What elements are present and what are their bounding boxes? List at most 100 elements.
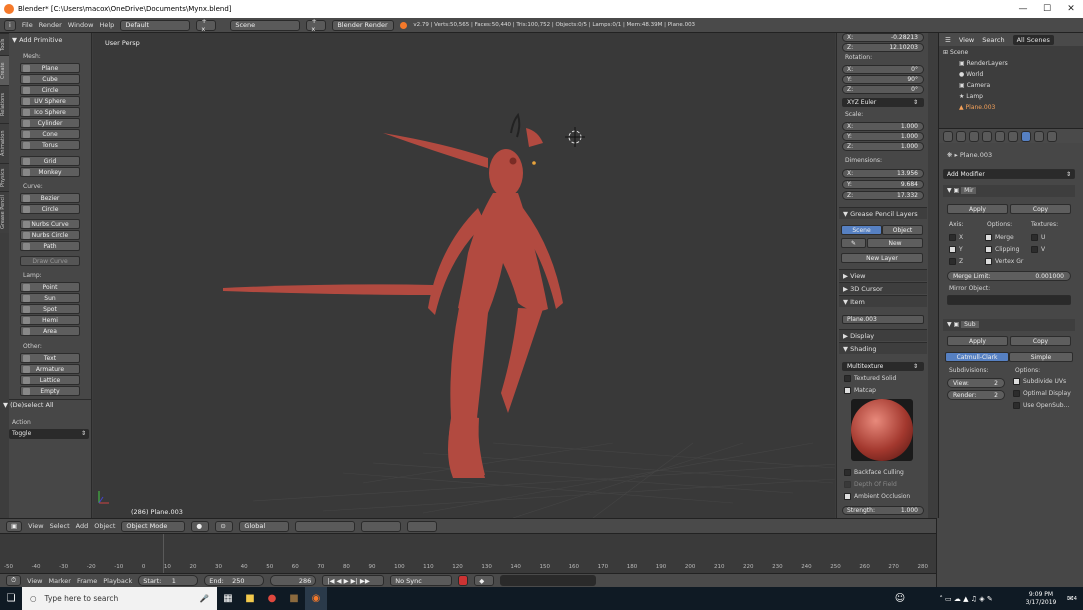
playback-menu[interactable]: Playback [103, 577, 132, 585]
add-area-lamp-button[interactable]: Area [20, 326, 80, 336]
item-panel-header[interactable]: ▼ Item [839, 295, 927, 307]
dimension-x-field[interactable]: X: 13.956 [842, 169, 924, 178]
mirror-vertex-groups-checkbox[interactable] [985, 258, 992, 265]
record-button[interactable] [458, 575, 469, 586]
screen-layout-select[interactable]: Default [120, 19, 191, 31]
view-panel-header[interactable]: ▶ View [839, 269, 927, 281]
blender-taskbar-icon[interactable]: ◉ [305, 587, 327, 610]
minecraft-icon[interactable]: ■ [283, 587, 305, 610]
grease-pencil-panel-header[interactable]: ▼ Grease Pencil Layers [839, 207, 927, 219]
menu-help[interactable]: Help [99, 21, 114, 29]
marker-menu[interactable]: Marker [49, 577, 71, 585]
gp-new-layer-button[interactable]: New Layer [841, 253, 923, 263]
layout-add-button[interactable]: + x [196, 17, 217, 33]
modifiers-tab-icon[interactable] [1021, 130, 1031, 142]
add-bezier-button[interactable]: Bezier [20, 193, 80, 203]
add-primitive-title[interactable]: ▼ Add Primitive [12, 36, 62, 44]
add-cube-button[interactable]: Cube [20, 74, 80, 84]
rotation-mode-select[interactable]: XYZ Euler ⇕ [842, 98, 924, 107]
add-uv-sphere-button[interactable]: UV Sphere [20, 96, 80, 106]
add-empty-button[interactable]: Empty [20, 386, 80, 396]
tab-physics[interactable]: Physics [0, 163, 9, 191]
tab-grease-pencil[interactable]: Grease Pencil [0, 191, 9, 233]
keying-set-field[interactable] [500, 575, 597, 586]
item-name-field[interactable]: Plane.003 [842, 315, 924, 324]
rotation-y-field[interactable]: Y: 90° [842, 75, 924, 84]
tab-animation[interactable]: Animation [0, 123, 9, 163]
add-menu[interactable]: Add [76, 522, 89, 530]
add-nurbs-circle-button[interactable]: Nurbs Circle [20, 230, 80, 240]
mirror-axis-x-checkbox[interactable] [949, 234, 956, 241]
mirror-axis-y-checkbox[interactable] [949, 246, 956, 253]
mirror-merge-checkbox[interactable] [985, 234, 992, 241]
outliner-plane003-row[interactable]: ▲ Plane.003 [959, 103, 995, 113]
scale-x-field[interactable]: X: 1.000 [842, 122, 924, 131]
mirror-modifier-header[interactable]: ▼ ▣ Mir [943, 185, 1075, 197]
maximize-icon[interactable]: ☐ [1035, 0, 1059, 18]
taskbar-search-box[interactable]: ○ Type here to search 🎤 [22, 587, 217, 610]
microphone-icon[interactable]: 🎤 [200, 594, 209, 603]
mirror-u-checkbox[interactable] [1031, 234, 1038, 241]
add-grid-button[interactable]: Grid [20, 156, 80, 166]
menu-window[interactable]: Window [68, 21, 94, 29]
select-menu[interactable]: Select [50, 522, 70, 530]
gp-new-button[interactable]: New [867, 238, 923, 248]
use-opensubdiv-checkbox[interactable] [1013, 402, 1020, 409]
depth-of-field-checkbox[interactable] [844, 481, 851, 488]
outliner-view-menu[interactable]: View [959, 36, 974, 44]
backface-culling-checkbox[interactable] [844, 469, 851, 476]
scale-z-field[interactable]: Z: 1.000 [842, 142, 924, 151]
sync-select[interactable]: No Sync [390, 575, 453, 586]
textured-solid-checkbox[interactable] [844, 375, 851, 382]
add-plane-button[interactable]: Plane [20, 63, 80, 73]
layers-tab-icon[interactable] [956, 130, 966, 142]
add-ico-sphere-button[interactable]: Ico Sphere [20, 107, 80, 117]
start-frame-field[interactable]: Start: 1 [138, 575, 199, 586]
add-lattice-button[interactable]: Lattice [20, 375, 80, 385]
timeline[interactable]: -50 -40 -30 -20 -10 0 10 20 30 40 50 60 70 80 90 100 110… [0, 533, 936, 574]
action-select[interactable]: Toggle ⇕ [9, 429, 89, 439]
add-sun-lamp-button[interactable]: Sun [20, 293, 80, 303]
merge-limit-field[interactable]: Merge Limit: 0.001000 [947, 271, 1071, 281]
render-preview-controls[interactable] [407, 520, 438, 532]
mode-select[interactable]: Object Mode [121, 520, 186, 532]
tab-tools[interactable]: Tools [0, 33, 9, 55]
rotation-x-field[interactable]: X: 0° [842, 65, 924, 74]
tab-create[interactable]: Create [0, 55, 9, 85]
system-tray-icons[interactable]: ˄ ▭ ☁ ▲ ♫ ◈ ✎ [911, 587, 1021, 610]
task-view-icon[interactable]: ▦ [217, 587, 239, 610]
keying-set-select[interactable]: ◆ [474, 575, 495, 586]
menu-render[interactable]: Render [39, 21, 62, 29]
catmull-clark-button[interactable]: Catmull-Clark [945, 352, 1009, 362]
scale-y-field[interactable]: Y: 1.000 [842, 132, 924, 141]
outliner-lamp-row[interactable]: ★ Lamp [959, 92, 983, 102]
scene-select[interactable]: Scene [230, 19, 301, 31]
mirror-axis-z-checkbox[interactable] [949, 258, 956, 265]
chrome-icon[interactable]: ● [261, 587, 283, 610]
add-monkey-button[interactable]: Monkey [20, 167, 80, 177]
add-circle-button[interactable]: Circle [20, 85, 80, 95]
mirror-clipping-checkbox[interactable] [985, 246, 992, 253]
tab-relations[interactable]: Relations [0, 85, 9, 123]
add-armature-button[interactable]: Armature [20, 364, 80, 374]
subsurf-copy-button[interactable]: Copy [1010, 336, 1071, 346]
subsurf-apply-button[interactable]: Apply [947, 336, 1008, 346]
orientation-select[interactable]: Global [239, 520, 290, 532]
world-tab-icon[interactable] [982, 130, 992, 142]
mirror-v-checkbox[interactable] [1031, 246, 1038, 253]
people-icon[interactable]: ☺ [889, 587, 911, 610]
data-tab-icon[interactable] [1034, 130, 1044, 142]
mirror-apply-button[interactable]: Apply [947, 204, 1008, 214]
constraints-tab-icon[interactable] [1008, 130, 1018, 142]
mirror-copy-button[interactable]: Copy [1010, 204, 1071, 214]
scene-tab-icon[interactable] [969, 130, 979, 142]
minimize-icon[interactable]: — [1011, 0, 1035, 18]
file-explorer-icon[interactable]: ■ [239, 587, 261, 610]
frame-menu[interactable]: Frame [77, 577, 97, 585]
shading-panel-header[interactable]: ▼ Shading [839, 342, 927, 354]
shading-mode-select[interactable]: Multitexture ⇕ [842, 362, 924, 371]
add-text-button[interactable]: Text [20, 353, 80, 363]
taskbar-clock[interactable]: 9:09 PM 3/17/2019 [1021, 591, 1061, 607]
display-panel-header[interactable]: ▶ Display [839, 329, 927, 341]
timeline-view-menu[interactable]: View [27, 577, 42, 585]
